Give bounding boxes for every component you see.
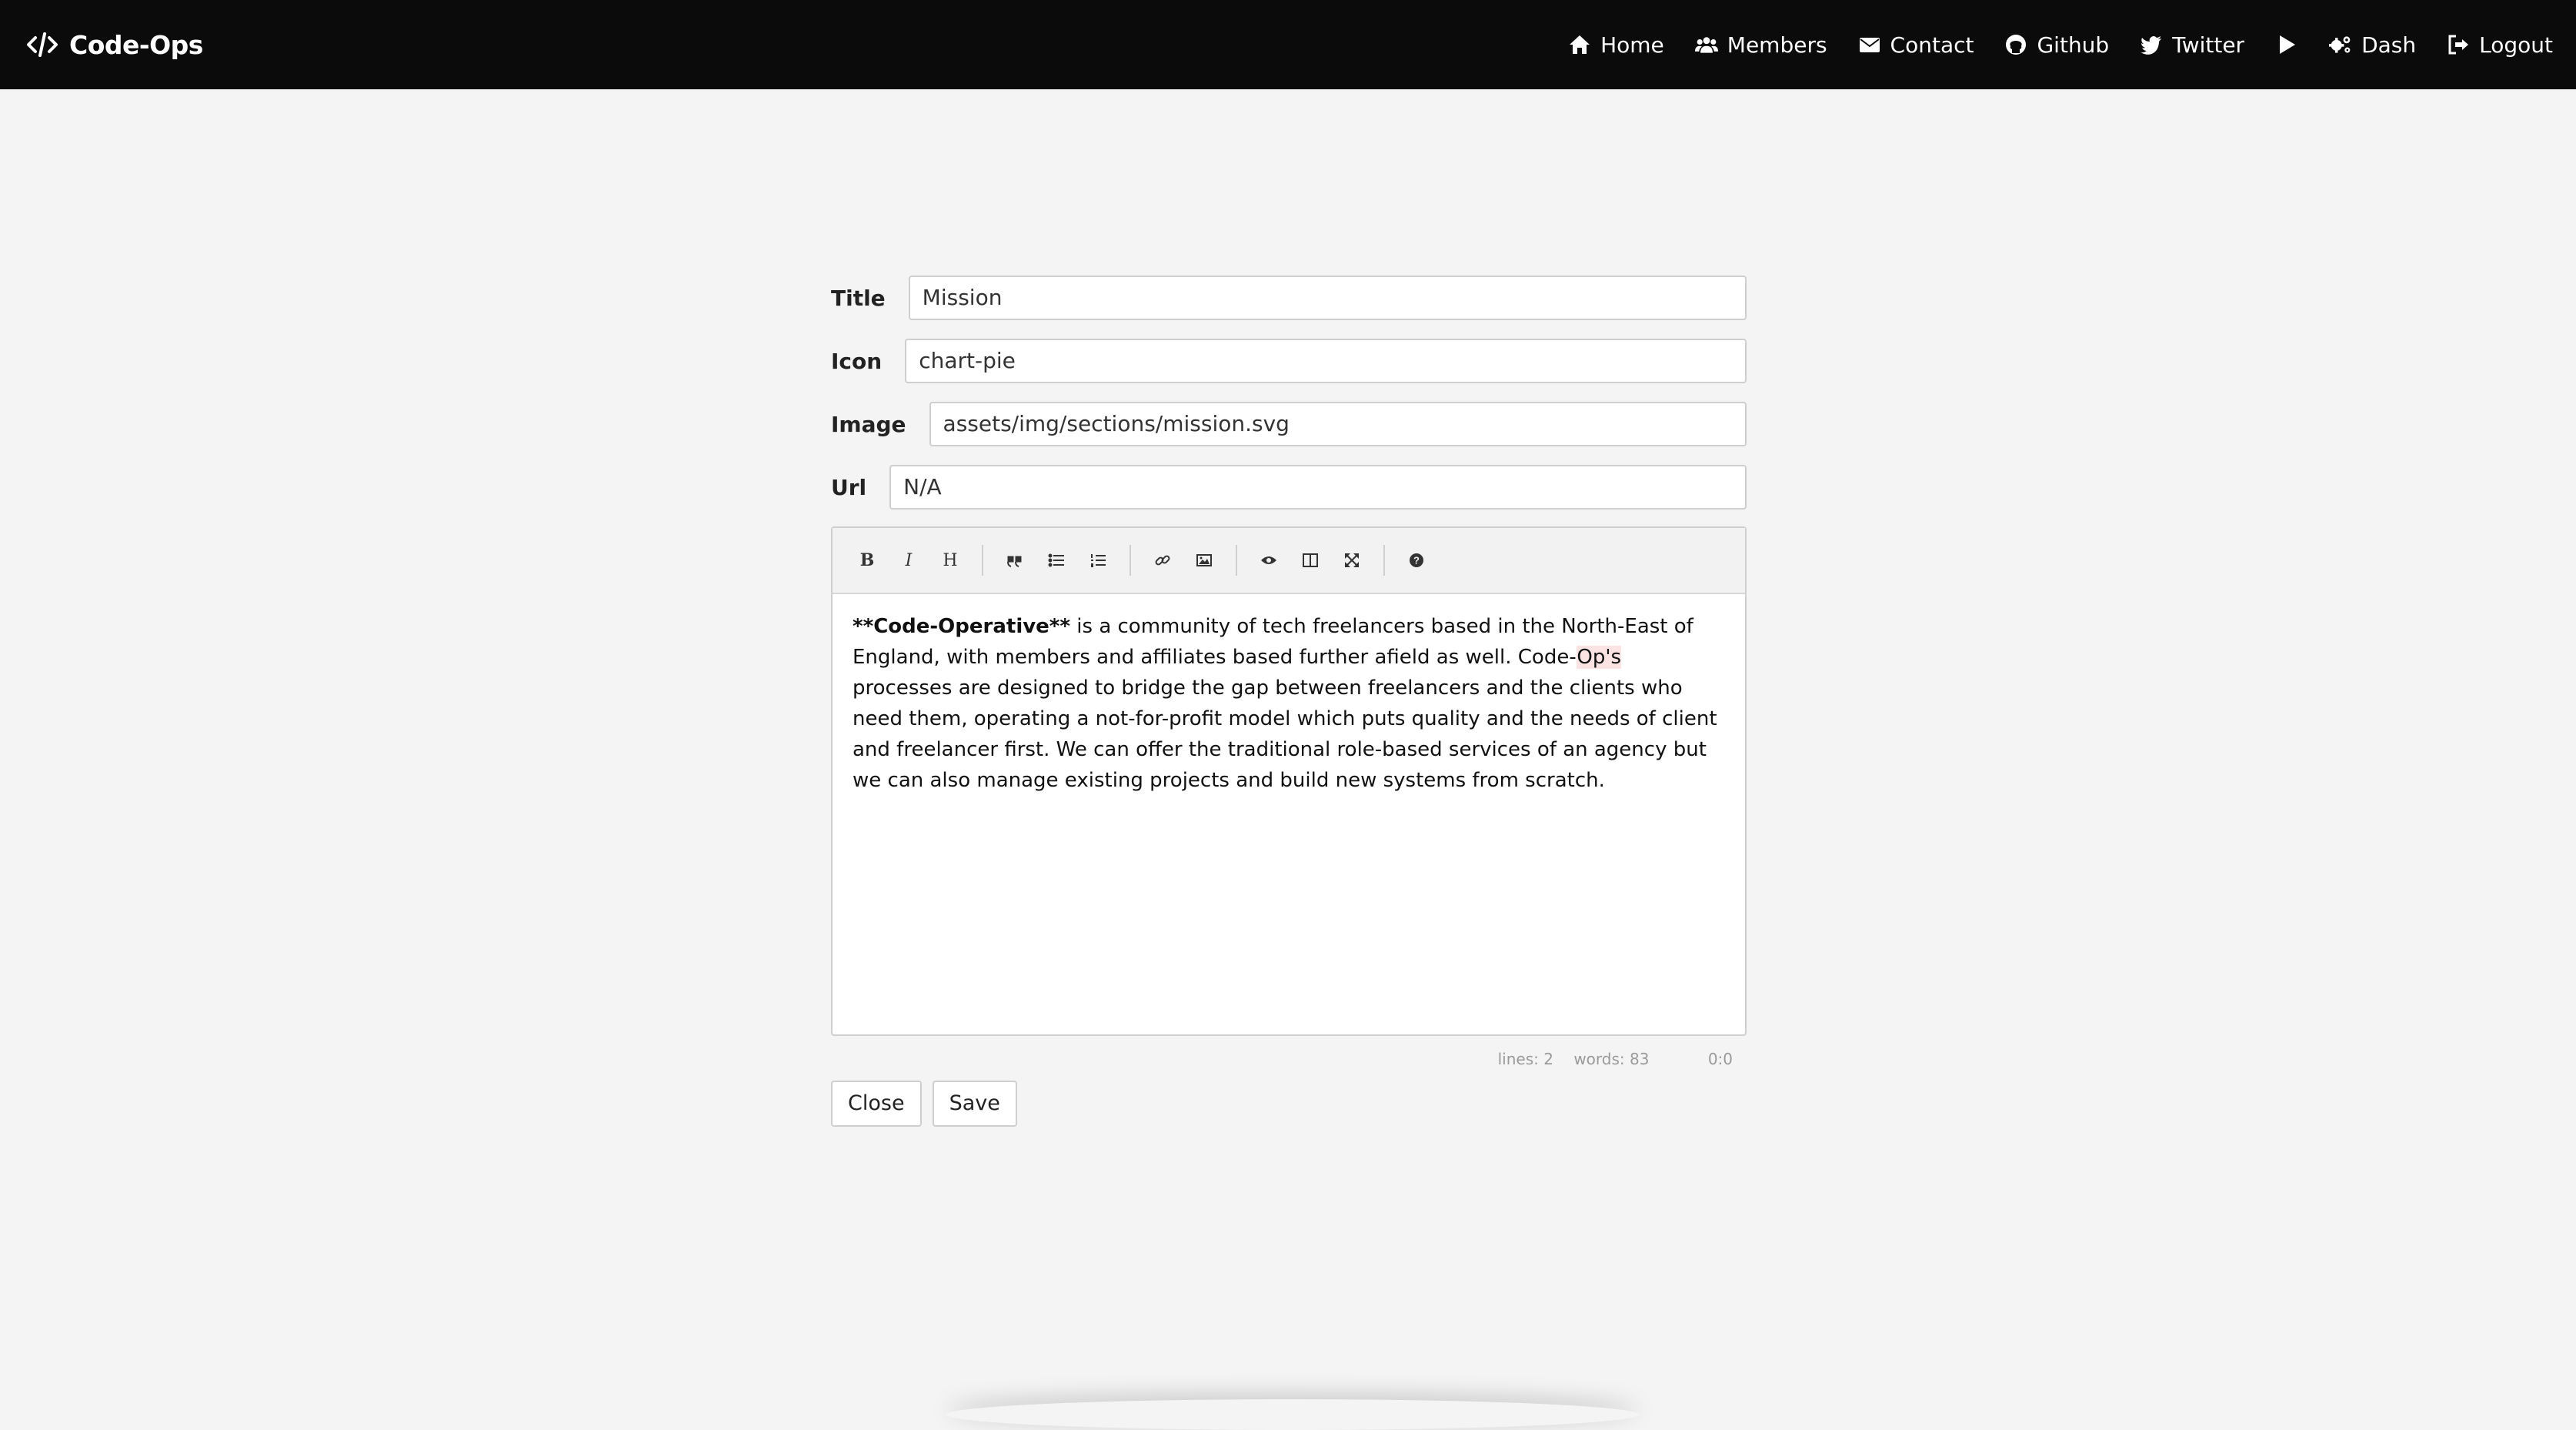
image-input[interactable]: assets/img/sections/mission.svg bbox=[929, 402, 1747, 446]
sign-out-icon bbox=[2448, 35, 2469, 55]
brand-link[interactable]: Code-Ops bbox=[26, 23, 203, 66]
toolbar-divider bbox=[1383, 545, 1385, 576]
icon-row: Icon chart-pie bbox=[831, 337, 1747, 385]
navbar: Code-Ops Home Members Contact Github Twi… bbox=[0, 0, 2576, 89]
heading-button[interactable]: H bbox=[929, 540, 971, 581]
italic-button[interactable]: I bbox=[888, 540, 929, 581]
toolbar-divider bbox=[1130, 545, 1131, 576]
toolbar-divider bbox=[1236, 545, 1237, 576]
home-icon bbox=[1570, 35, 1590, 54]
nav-home[interactable]: Home bbox=[1568, 32, 1664, 58]
side-by-side-button[interactable] bbox=[1290, 540, 1331, 581]
nav-menu: Home Members Contact Github Twitter Dash… bbox=[1568, 23, 2553, 66]
brand-name: Code-Ops bbox=[69, 29, 203, 60]
list-ol-icon bbox=[1091, 554, 1106, 567]
editor-toolbar: B I H ? bbox=[833, 528, 1745, 594]
url-label: Url bbox=[831, 474, 867, 500]
nav-contact[interactable]: Contact bbox=[1858, 32, 1974, 58]
lines-count: lines: 2 bbox=[1497, 1050, 1553, 1068]
preview-button[interactable] bbox=[1248, 540, 1290, 581]
editor-statusbar: lines: 2 words: 83 0:0 bbox=[831, 1050, 1747, 1068]
link-icon bbox=[1155, 555, 1170, 566]
github-icon bbox=[2006, 35, 2027, 55]
ordered-list-button[interactable] bbox=[1077, 540, 1119, 581]
editor-spellcheck-word: Op's bbox=[1577, 646, 1622, 669]
cursor-position: 0:0 bbox=[1707, 1050, 1733, 1068]
nav-contact-label: Contact bbox=[1890, 32, 1974, 58]
question-circle-icon: ? bbox=[1410, 553, 1423, 567]
fullscreen-button[interactable] bbox=[1331, 540, 1373, 581]
icon-label: Icon bbox=[831, 348, 883, 374]
section-edit-form: Title Mission Icon chart-pie Image asset… bbox=[831, 274, 1747, 1127]
envelope-icon bbox=[1859, 38, 1880, 52]
save-button[interactable]: Save bbox=[932, 1081, 1017, 1127]
close-button[interactable]: Close bbox=[831, 1081, 922, 1127]
title-input[interactable]: Mission bbox=[908, 276, 1747, 320]
quote-icon bbox=[1007, 556, 1022, 567]
image-button[interactable] bbox=[1183, 540, 1225, 581]
nav-members-label: Members bbox=[1727, 32, 1827, 58]
unordered-list-button[interactable] bbox=[1036, 540, 1077, 581]
link-button[interactable] bbox=[1142, 540, 1183, 581]
play-icon bbox=[2280, 35, 2296, 54]
words-count: words: 83 bbox=[1573, 1050, 1650, 1068]
quote-button[interactable] bbox=[994, 540, 1036, 581]
guide-button[interactable]: ? bbox=[1396, 540, 1437, 581]
nav-github[interactable]: Github bbox=[2004, 32, 2109, 58]
list-ul-icon bbox=[1048, 553, 1064, 567]
cogs-icon bbox=[2329, 36, 2351, 53]
fullscreen-icon bbox=[1345, 553, 1359, 567]
nav-play[interactable] bbox=[2275, 33, 2298, 56]
url-input[interactable]: N/A bbox=[889, 465, 1747, 510]
nav-dash-label: Dash bbox=[2361, 32, 2417, 58]
nav-logout[interactable]: Logout bbox=[2447, 32, 2553, 58]
editor-bold-text: **Code-Operative** bbox=[853, 615, 1071, 638]
title-row: Title Mission bbox=[831, 274, 1747, 322]
users-icon bbox=[1694, 37, 1718, 53]
toolbar-divider bbox=[982, 545, 983, 576]
markdown-editor: B I H ? **Code-Operative** is a communit… bbox=[831, 526, 1747, 1036]
title-label: Title bbox=[831, 285, 886, 311]
image-row: Image assets/img/sections/mission.svg bbox=[831, 400, 1747, 448]
editor-content[interactable]: **Code-Operative** is a community of tec… bbox=[833, 594, 1745, 1034]
icon-input[interactable]: chart-pie bbox=[905, 339, 1747, 383]
form-actions: Close Save bbox=[831, 1081, 1747, 1127]
twitter-icon bbox=[2141, 36, 2162, 55]
code-icon bbox=[27, 32, 58, 57]
bottom-shadow bbox=[946, 1399, 1639, 1430]
nav-logout-label: Logout bbox=[2479, 32, 2553, 58]
image-icon bbox=[1196, 554, 1212, 566]
columns-icon bbox=[1303, 553, 1318, 567]
nav-twitter-label: Twitter bbox=[2172, 32, 2245, 58]
image-label: Image bbox=[831, 411, 906, 437]
nav-github-label: Github bbox=[2037, 32, 2110, 58]
url-row: Url N/A bbox=[831, 463, 1747, 511]
eye-icon bbox=[1261, 556, 1276, 564]
bold-button[interactable]: B bbox=[846, 540, 888, 581]
nav-twitter[interactable]: Twitter bbox=[2140, 32, 2244, 58]
nav-members[interactable]: Members bbox=[1694, 32, 1827, 58]
nav-dash[interactable]: Dash bbox=[2329, 32, 2416, 58]
nav-home-label: Home bbox=[1600, 32, 1664, 58]
editor-text-part2: processes are designed to bridge the gap… bbox=[853, 677, 1717, 792]
svg-text:?: ? bbox=[1413, 555, 1420, 566]
